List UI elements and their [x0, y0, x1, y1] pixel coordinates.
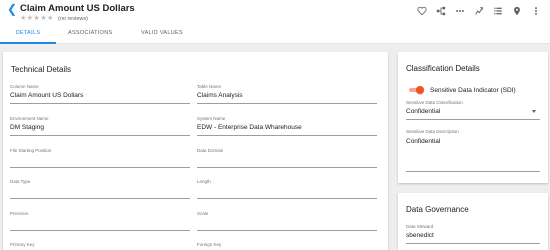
field-label: Precision — [10, 211, 29, 216]
field-label: Sensitive Data Description — [406, 129, 459, 134]
data-type-field[interactable]: Data Type — [10, 179, 190, 199]
field-value: sbenedict — [406, 232, 434, 239]
technical-details-title: Technical Details — [11, 65, 72, 74]
field-label: Foreign Key — [197, 242, 222, 247]
field-label: Scale — [197, 211, 209, 216]
tab-bar: DETAILS ASSOCIATIONS VALID VALUES — [0, 26, 204, 44]
table-name-field[interactable]: Table Name Claims Analysis — [197, 84, 377, 104]
field-value: Confidential — [406, 138, 441, 145]
sensitive-data-description-field[interactable]: Sensitive Data Description Confidential — [406, 129, 540, 172]
field-label: Column Name — [10, 84, 39, 89]
field-label: Environment Name — [10, 116, 49, 121]
primary-key-field[interactable]: Primary Key — [10, 242, 190, 250]
sdi-row: Sensitive Data Indicator (SDI) — [408, 85, 516, 95]
classification-details-card: Classification Details Sensitive Data In… — [398, 52, 548, 183]
tab-associations[interactable]: ASSOCIATIONS — [56, 26, 120, 44]
back-arrow-icon[interactable]: ❮ — [7, 3, 17, 15]
field-label: Data Domain — [197, 148, 224, 153]
data-domain-field[interactable]: Data Domain — [197, 148, 377, 168]
page-header: ❮ Claim Amount US Dollars ★★★★★ (no revi… — [0, 0, 550, 44]
field-label: File Starting Position — [10, 148, 52, 153]
technical-details-card: Technical Details Column Name Claim Amou… — [3, 52, 388, 250]
tab-details[interactable]: DETAILS — [0, 26, 56, 44]
sdi-toggle[interactable] — [408, 86, 424, 94]
field-value: Claims Analysis — [197, 92, 243, 99]
data-governance-card: Data Governance Data Steward sbenedict — [398, 193, 548, 250]
dropdown-caret-icon — [532, 110, 536, 113]
field-value: Confidential — [406, 108, 441, 115]
sdi-label: Sensitive Data Indicator (SDI) — [430, 86, 516, 94]
length-field[interactable]: Length — [197, 179, 377, 199]
column-name-field[interactable]: Column Name Claim Amount US Dollars — [10, 84, 190, 104]
tab-valid-values[interactable]: VALID VALUES — [120, 26, 204, 44]
more-horizontal-icon[interactable] — [454, 5, 466, 17]
field-label: Primary Key — [10, 242, 35, 247]
environment-name-field[interactable]: Environment Name DM Staging — [10, 116, 190, 136]
field-label: Sensitive Data Classification — [406, 100, 463, 105]
foreign-key-field[interactable]: Foreign Key — [197, 242, 377, 250]
header-actions — [416, 4, 542, 18]
file-starting-position-field[interactable]: File Starting Position — [10, 148, 190, 168]
classification-details-title: Classification Details — [406, 64, 480, 73]
data-governance-title: Data Governance — [406, 205, 469, 214]
more-vertical-icon[interactable] — [530, 5, 542, 17]
heart-icon[interactable] — [416, 5, 428, 17]
field-label: Table Name — [197, 84, 222, 89]
field-label: Length — [197, 179, 211, 184]
lineage-icon[interactable] — [435, 5, 447, 17]
field-label: Data Steward — [406, 224, 434, 229]
list-icon[interactable] — [492, 5, 504, 17]
rating-stars[interactable]: ★★★★★ — [20, 15, 54, 23]
reviews-count: (no reviews) — [58, 16, 88, 22]
field-value: Claim Amount US Dollars — [10, 92, 84, 99]
field-label: Data Type — [10, 179, 31, 184]
scale-field[interactable]: Scale — [197, 211, 377, 231]
sensitive-data-classification-select[interactable]: Sensitive Data Classification Confidenti… — [406, 100, 540, 120]
toggle-thumb — [416, 86, 424, 94]
precision-field[interactable]: Precision — [10, 211, 190, 231]
field-value: DM Staging — [10, 124, 44, 131]
page-title: Claim Amount US Dollars — [20, 3, 135, 14]
share-icon[interactable] — [473, 5, 485, 17]
field-value: EDW - Enterprise Data Wharehouse — [197, 124, 302, 131]
location-icon[interactable] — [511, 5, 523, 17]
system-name-field[interactable]: System Name EDW - Enterprise Data Whareh… — [197, 116, 377, 136]
data-steward-field[interactable]: Data Steward sbenedict — [406, 224, 540, 244]
field-label: System Name — [197, 116, 226, 121]
